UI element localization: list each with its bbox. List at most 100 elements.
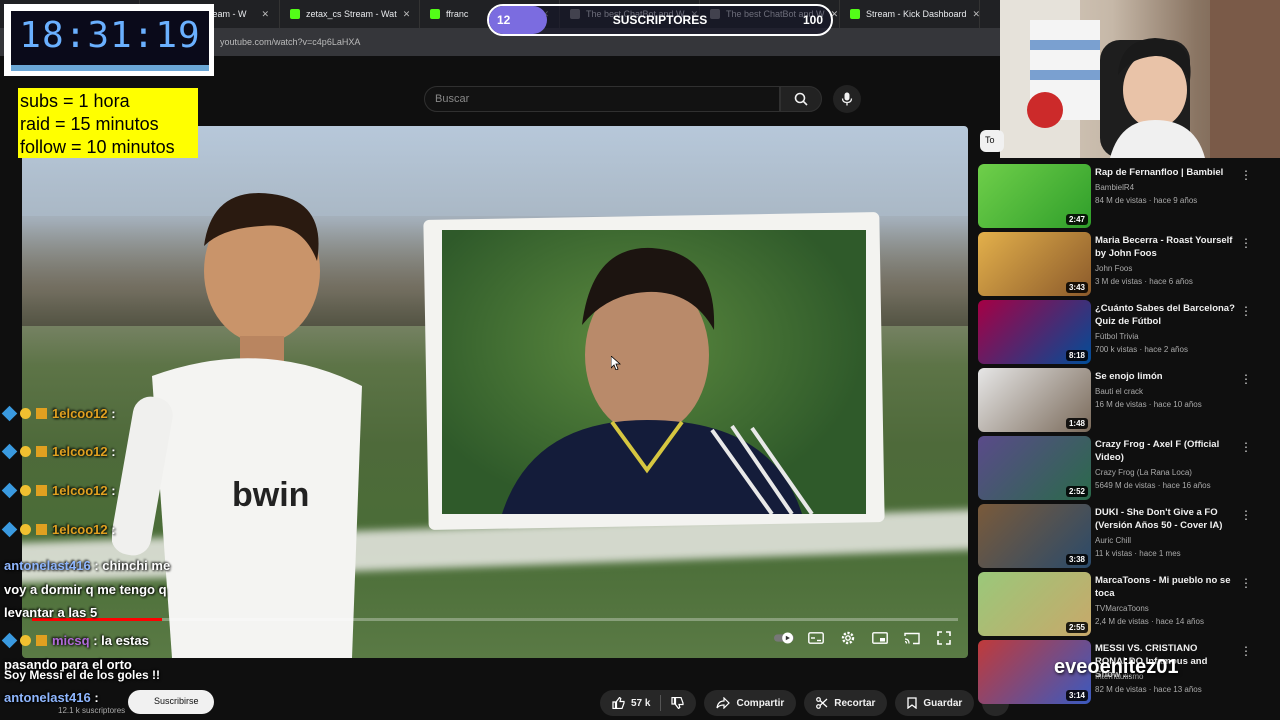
subscribe-button[interactable]: Suscribirse	[128, 690, 214, 714]
chat-username: 1elcoo12	[52, 444, 108, 459]
svg-text:bwin: bwin	[232, 476, 309, 514]
search-icon	[794, 92, 808, 106]
tab-close-icon[interactable]: ✕	[261, 9, 269, 20]
badge-icon	[1, 482, 18, 499]
video-thumbnail[interactable]: 3:38	[978, 504, 1091, 568]
video-title[interactable]: Rap de Fernanfloo | Bambiel	[1095, 166, 1235, 179]
filter-chip-label: To	[985, 135, 995, 145]
share-button[interactable]: Compartir	[704, 690, 797, 716]
channel-name[interactable]: Auric Chill	[1095, 536, 1131, 545]
like-button[interactable]: 57 k	[600, 690, 697, 716]
chat-message: antonelast416 :	[4, 690, 99, 705]
recommended-video[interactable]: 8:18 ¿Cuánto Sabes del Barcelona? Quiz de…	[978, 300, 1268, 364]
recommended-video[interactable]: 1:48 Se enojo limón Bauti el crack 16 M de …	[978, 368, 1268, 432]
cast-icon	[904, 632, 920, 644]
more-vertical-icon[interactable]: ⋮	[1240, 168, 1252, 182]
fullscreen-icon	[937, 631, 951, 645]
rule-subs: subs = 1 hora	[20, 91, 130, 111]
recommended-video[interactable]: 2:52 Crazy Frog - Axel F (Official Video)…	[978, 436, 1268, 500]
video-duration: 3:38	[1065, 554, 1088, 565]
video-thumbnail[interactable]: 2:55	[978, 572, 1091, 636]
more-vertical-icon[interactable]: ⋮	[1240, 304, 1252, 318]
recommended-video[interactable]: 3:43 Maria Becerra - Roast Yourself by Jo…	[978, 232, 1268, 296]
video-title[interactable]: Maria Becerra - Roast Yourself by John F…	[1095, 234, 1235, 260]
more-vertical-icon[interactable]: ⋮	[1240, 508, 1252, 522]
more-vertical-icon[interactable]: ⋮	[1240, 644, 1252, 658]
channel-name[interactable]: Crazy Frog (La Rana Loca)	[1095, 468, 1192, 477]
channel-name[interactable]: Bauti el crack	[1095, 387, 1143, 396]
channel-name[interactable]: Fútbol Trivia	[1095, 332, 1139, 341]
fullscreen-button[interactable]	[934, 628, 954, 648]
clip-label: Recortar	[834, 697, 876, 709]
channel-name[interactable]: John Foos	[1095, 264, 1132, 273]
subscriber-goal-bar: 12 SUSCRIPTORES 100	[487, 4, 833, 36]
channel-name[interactable]: BambielR4	[1095, 183, 1134, 192]
subscribe-label: Suscribirse	[154, 696, 199, 706]
more-vertical-icon[interactable]: ⋮	[1240, 576, 1252, 590]
autoplay-toggle[interactable]	[774, 628, 794, 648]
timer-text: 18:31:19	[19, 15, 201, 56]
video-title[interactable]: Se enojo limón	[1095, 370, 1235, 383]
video-title[interactable]: MarcaToons - Mi pueblo no se toca	[1095, 574, 1235, 600]
video-title[interactable]: Crazy Frog - Axel F (Official Video)	[1095, 438, 1235, 464]
video-title[interactable]: ¿Cuánto Sabes del Barcelona? Quiz de Fút…	[1095, 302, 1235, 328]
chat-username: 1elcoo12	[52, 406, 108, 421]
tab-label: ffranc	[446, 9, 469, 19]
rule-raid: raid = 15 minutos	[20, 114, 159, 134]
video-thumbnail[interactable]: 8:18	[978, 300, 1091, 364]
chat-text: Soy Messi el de los goles !!	[4, 668, 161, 682]
search-placeholder: Buscar	[435, 93, 470, 105]
tab-favicon-icon	[290, 9, 300, 19]
video-meta: 2,4 M de vistas · hace 14 años	[1095, 617, 1204, 626]
player-controls	[774, 628, 954, 648]
browser-tab[interactable]: Stream - Kick Dashboard ✕	[840, 0, 980, 28]
tab-favicon-icon	[850, 9, 860, 19]
save-button[interactable]: Guardar	[895, 690, 975, 716]
tab-close-icon[interactable]: ✕	[973, 9, 979, 20]
video-thumbnail[interactable]: 3:43	[978, 232, 1091, 296]
filter-chip-all[interactable]: To	[980, 130, 1004, 152]
crown-badge-icon	[36, 485, 47, 496]
chat-message: voy a dormir q me tengo q	[4, 582, 167, 597]
video-thumbnail[interactable]: 2:47	[978, 164, 1091, 228]
cast-button[interactable]	[902, 628, 922, 648]
more-vertical-icon[interactable]: ⋮	[1240, 372, 1252, 386]
video-thumbnail[interactable]: 2:52	[978, 436, 1091, 500]
chat-text: voy a dormir q me tengo q	[4, 582, 167, 597]
recommended-video[interactable]: 3:38 DUKI - She Don't Give a FO (Versión …	[978, 504, 1268, 568]
voice-search-button[interactable]	[833, 85, 861, 113]
more-vertical-icon[interactable]: ⋮	[1240, 440, 1252, 454]
browser-tab[interactable]: zetax_cs Stream - Wat ✕	[280, 0, 420, 28]
like-count: 57 k	[631, 697, 651, 709]
search-input[interactable]: Buscar	[424, 86, 780, 112]
tab-close-icon[interactable]: ✕	[403, 9, 411, 20]
channel-name[interactable]: TVMarcaToons	[1095, 604, 1149, 613]
rule-follow: follow = 10 minutos	[20, 137, 175, 157]
video-title[interactable]: DUKI - She Don't Give a FO (Versión Años…	[1095, 506, 1235, 532]
crown-badge-icon	[36, 446, 47, 457]
badge-icon	[1, 521, 18, 538]
search-button[interactable]	[780, 86, 822, 112]
video-progress-bar[interactable]	[32, 618, 958, 621]
video-meta: 3 M de vistas · hace 6 años	[1095, 277, 1193, 286]
subscriber-count: 12.1 k suscriptores	[58, 706, 126, 715]
subtitles-button[interactable]	[806, 628, 826, 648]
thumbs-down-icon[interactable]	[671, 697, 685, 709]
recommended-video[interactable]: 2:55 MarcaToons - Mi pueblo no se toca TVM…	[978, 572, 1268, 636]
star-badge-icon	[20, 485, 31, 496]
video-thumbnail[interactable]: 1:48	[978, 368, 1091, 432]
more-vertical-icon[interactable]: ⋮	[1240, 236, 1252, 250]
bookmark-icon	[907, 697, 918, 709]
clip-button[interactable]: Recortar	[804, 690, 888, 716]
chat-username: antonelast416	[4, 558, 91, 573]
settings-button[interactable]	[838, 628, 858, 648]
recommendations-list: 2:47 Rap de Fernanfloo | Bambiel BambielR4…	[976, 160, 1280, 720]
video-player[interactable]: bwin	[22, 126, 968, 658]
framed-player-figure	[502, 247, 814, 514]
streamer-watermark: eveoenitez01	[1054, 656, 1179, 678]
chat-username: 1elcoo12	[52, 483, 108, 498]
video-duration: 1:48	[1065, 418, 1088, 429]
miniplayer-button[interactable]	[870, 628, 890, 648]
crown-badge-icon	[36, 408, 47, 419]
recommended-video[interactable]: 2:47 Rap de Fernanfloo | Bambiel BambielR4…	[978, 164, 1268, 228]
